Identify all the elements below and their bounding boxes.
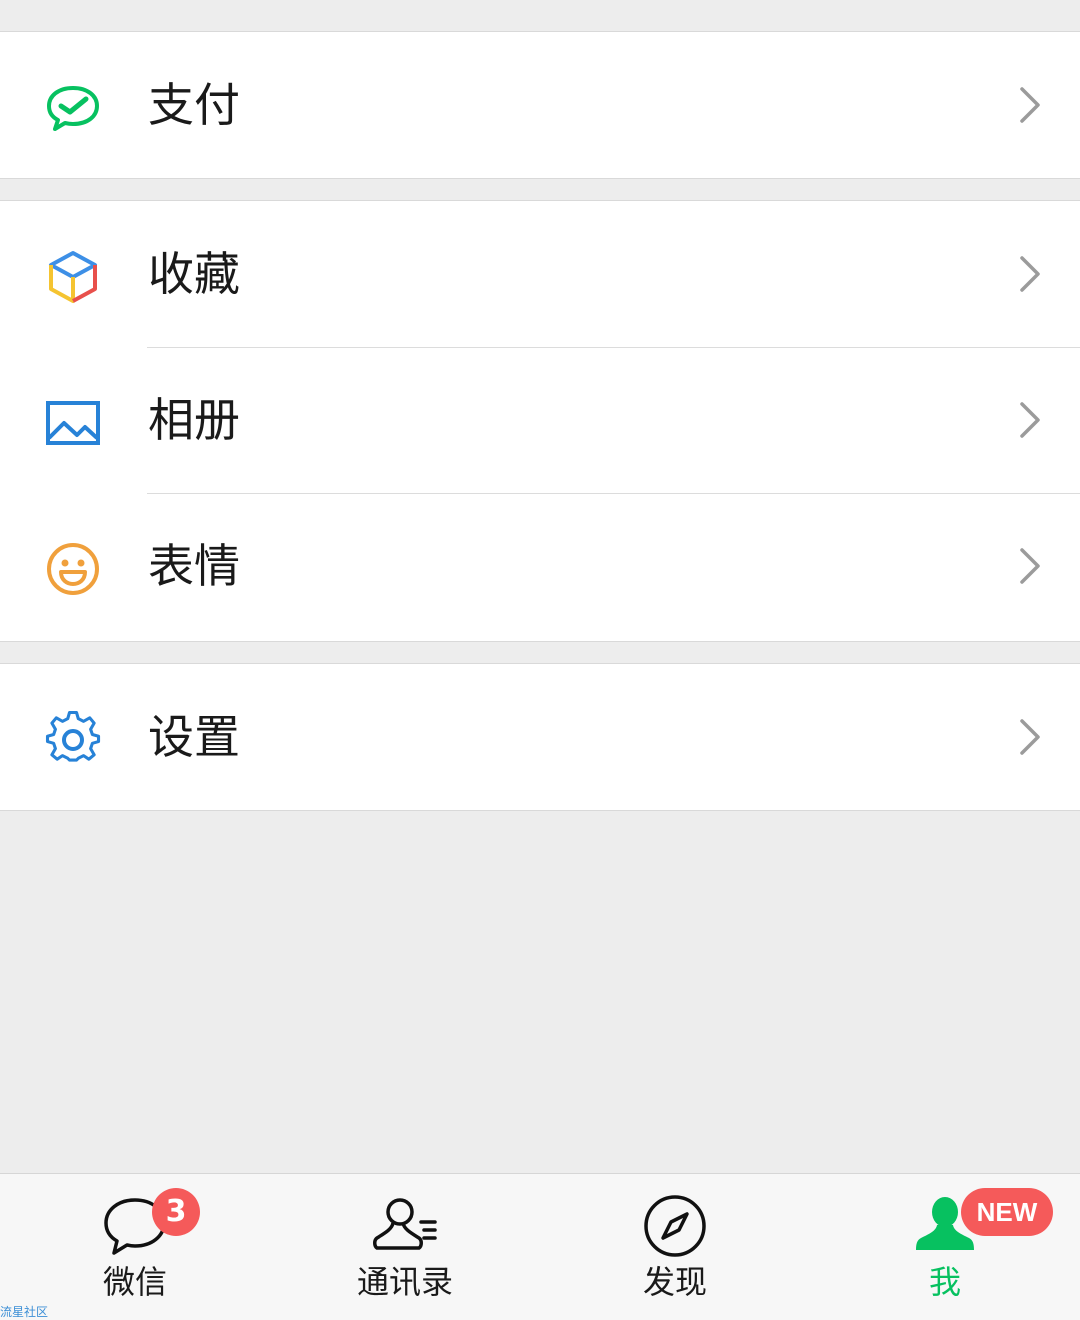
section-pay: 支付 xyxy=(0,31,1080,179)
cube-icon xyxy=(44,248,102,306)
new-badge: NEW xyxy=(961,1188,1053,1236)
chevron-right-icon xyxy=(1018,717,1042,757)
watermark-text: 流星社区 xyxy=(0,1305,49,1319)
menu-item-pay[interactable]: 支付 xyxy=(0,32,1080,178)
menu-item-settings[interactable]: 设置 xyxy=(0,664,1080,810)
tab-me[interactable]: NEW 我 xyxy=(810,1174,1080,1320)
contacts-icon xyxy=(371,1192,439,1260)
chevron-right-icon xyxy=(1018,254,1042,294)
menu-item-album[interactable]: 相册 xyxy=(0,347,1080,493)
tab-label: 通讯录 xyxy=(356,1263,453,1301)
section-collections: 收藏 相册 表情 xyxy=(0,200,1080,642)
tab-label: 微信 xyxy=(102,1263,167,1301)
gear-icon xyxy=(44,711,102,769)
compass-icon xyxy=(641,1192,709,1260)
menu-item-label: 收藏 xyxy=(148,247,240,301)
tab-discover[interactable]: 发现 xyxy=(540,1174,810,1320)
wallet-check-icon xyxy=(44,79,102,137)
tab-label: 我 xyxy=(928,1263,961,1301)
menu-item-favorites[interactable]: 收藏 xyxy=(0,201,1080,347)
menu-item-label: 支付 xyxy=(148,78,240,132)
section-settings: 设置 xyxy=(0,663,1080,811)
smiley-icon xyxy=(44,540,102,598)
tab-contacts[interactable]: 通讯录 xyxy=(270,1174,540,1320)
bottom-tab-bar: 3 微信 通讯录 发现 NEW 我 xyxy=(0,1173,1080,1320)
tab-label: 发现 xyxy=(642,1263,707,1301)
menu-item-stickers[interactable]: 表情 xyxy=(0,493,1080,639)
menu-item-label: 表情 xyxy=(148,539,240,593)
unread-count-badge: 3 xyxy=(152,1188,200,1236)
chevron-right-icon xyxy=(1018,546,1042,586)
picture-icon xyxy=(44,394,102,452)
chevron-right-icon xyxy=(1018,400,1042,440)
chevron-right-icon xyxy=(1018,85,1042,125)
tab-chats[interactable]: 3 微信 xyxy=(0,1174,270,1320)
menu-item-label: 相册 xyxy=(148,393,240,447)
menu-item-label: 设置 xyxy=(148,710,240,764)
